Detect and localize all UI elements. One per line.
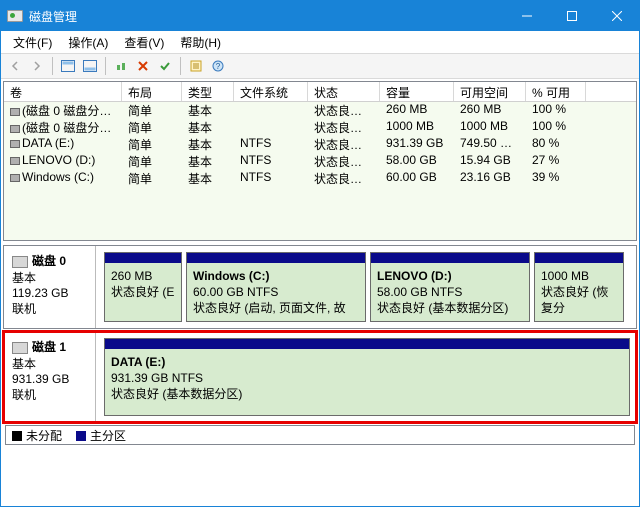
partition[interactable]: DATA (E:)931.39 GB NTFS状态良好 (基本数据分区) bbox=[104, 338, 630, 416]
help-icon[interactable]: ? bbox=[208, 56, 228, 76]
volume-row[interactable]: (磁盘 0 磁盘分区 1)简单基本状态良好 (…260 MB260 MB100 … bbox=[4, 102, 636, 119]
forward-icon[interactable] bbox=[27, 56, 47, 76]
header-free[interactable]: 可用空间 bbox=[454, 82, 526, 101]
disk-map-area: 磁盘 0 基本 119.23 GB 联机 260 MB状态良好 (EWindow… bbox=[3, 245, 637, 447]
window-title: 磁盘管理 bbox=[29, 8, 504, 25]
panel-bottom-icon[interactable] bbox=[80, 56, 100, 76]
refresh-icon[interactable] bbox=[111, 56, 131, 76]
header-filesystem[interactable]: 文件系统 bbox=[234, 82, 308, 101]
disk-0-label[interactable]: 磁盘 0 基本 119.23 GB 联机 bbox=[4, 246, 96, 328]
disk-icon bbox=[12, 342, 28, 354]
partition[interactable]: 1000 MB状态良好 (恢复分 bbox=[534, 252, 624, 322]
header-layout[interactable]: 布局 bbox=[122, 82, 182, 101]
separator bbox=[105, 57, 106, 75]
toolbar: ? bbox=[1, 53, 639, 79]
menu-bar: 文件(F) 操作(A) 查看(V) 帮助(H) bbox=[1, 31, 639, 53]
maximize-button[interactable] bbox=[549, 1, 594, 31]
header-status[interactable]: 状态 bbox=[308, 82, 380, 101]
titlebar[interactable]: 磁盘管理 bbox=[1, 1, 639, 31]
svg-text:?: ? bbox=[216, 62, 221, 71]
app-icon bbox=[7, 10, 23, 22]
panel-top-icon[interactable] bbox=[58, 56, 78, 76]
menu-file[interactable]: 文件(F) bbox=[5, 32, 60, 53]
disk-0-panel: 磁盘 0 基本 119.23 GB 联机 260 MB状态良好 (EWindow… bbox=[3, 245, 637, 329]
volume-list: 卷 布局 类型 文件系统 状态 容量 可用空间 % 可用 (磁盘 0 磁盘分区 … bbox=[3, 81, 637, 241]
legend-unallocated: 未分配 bbox=[12, 427, 62, 444]
check-icon[interactable] bbox=[155, 56, 175, 76]
header-percent[interactable]: % 可用 bbox=[526, 82, 586, 101]
separator bbox=[180, 57, 181, 75]
volume-row[interactable]: DATA (E:)简单基本NTFS状态良好 (…931.39 GB749.50 … bbox=[4, 136, 636, 153]
legend: 未分配 主分区 bbox=[5, 425, 635, 445]
partition[interactable]: LENOVO (D:)58.00 GB NTFS状态良好 (基本数据分区) bbox=[370, 252, 530, 322]
header-capacity[interactable]: 容量 bbox=[380, 82, 454, 101]
header-type[interactable]: 类型 bbox=[182, 82, 234, 101]
legend-primary: 主分区 bbox=[76, 427, 126, 444]
back-icon[interactable] bbox=[5, 56, 25, 76]
close-button[interactable] bbox=[594, 1, 639, 31]
properties-icon[interactable] bbox=[186, 56, 206, 76]
disk-icon bbox=[12, 256, 28, 268]
menu-action[interactable]: 操作(A) bbox=[60, 32, 116, 53]
disk-1-label[interactable]: 磁盘 1 基本 931.39 GB 联机 bbox=[4, 332, 96, 422]
menu-help[interactable]: 帮助(H) bbox=[172, 32, 229, 53]
volume-row[interactable]: LENOVO (D:)简单基本NTFS状态良好 (…58.00 GB15.94 … bbox=[4, 153, 636, 170]
menu-view[interactable]: 查看(V) bbox=[116, 32, 172, 53]
volume-row[interactable]: (磁盘 0 磁盘分区 5)简单基本状态良好 (…1000 MB1000 MB10… bbox=[4, 119, 636, 136]
partition[interactable]: 260 MB状态良好 (E bbox=[104, 252, 182, 322]
partition[interactable]: Windows (C:)60.00 GB NTFS状态良好 (启动, 页面文件,… bbox=[186, 252, 366, 322]
minimize-button[interactable] bbox=[504, 1, 549, 31]
disk-management-window: 磁盘管理 文件(F) 操作(A) 查看(V) 帮助(H) ? 卷 布局 类型 文… bbox=[0, 0, 640, 507]
separator bbox=[52, 57, 53, 75]
volume-list-header: 卷 布局 类型 文件系统 状态 容量 可用空间 % 可用 bbox=[4, 82, 636, 102]
header-volume[interactable]: 卷 bbox=[4, 82, 122, 101]
delete-icon[interactable] bbox=[133, 56, 153, 76]
disk-1-panel: 磁盘 1 基本 931.39 GB 联机 DATA (E:)931.39 GB … bbox=[3, 331, 637, 423]
volume-row[interactable]: Windows (C:)简单基本NTFS状态良好 (…60.00 GB23.16… bbox=[4, 170, 636, 187]
